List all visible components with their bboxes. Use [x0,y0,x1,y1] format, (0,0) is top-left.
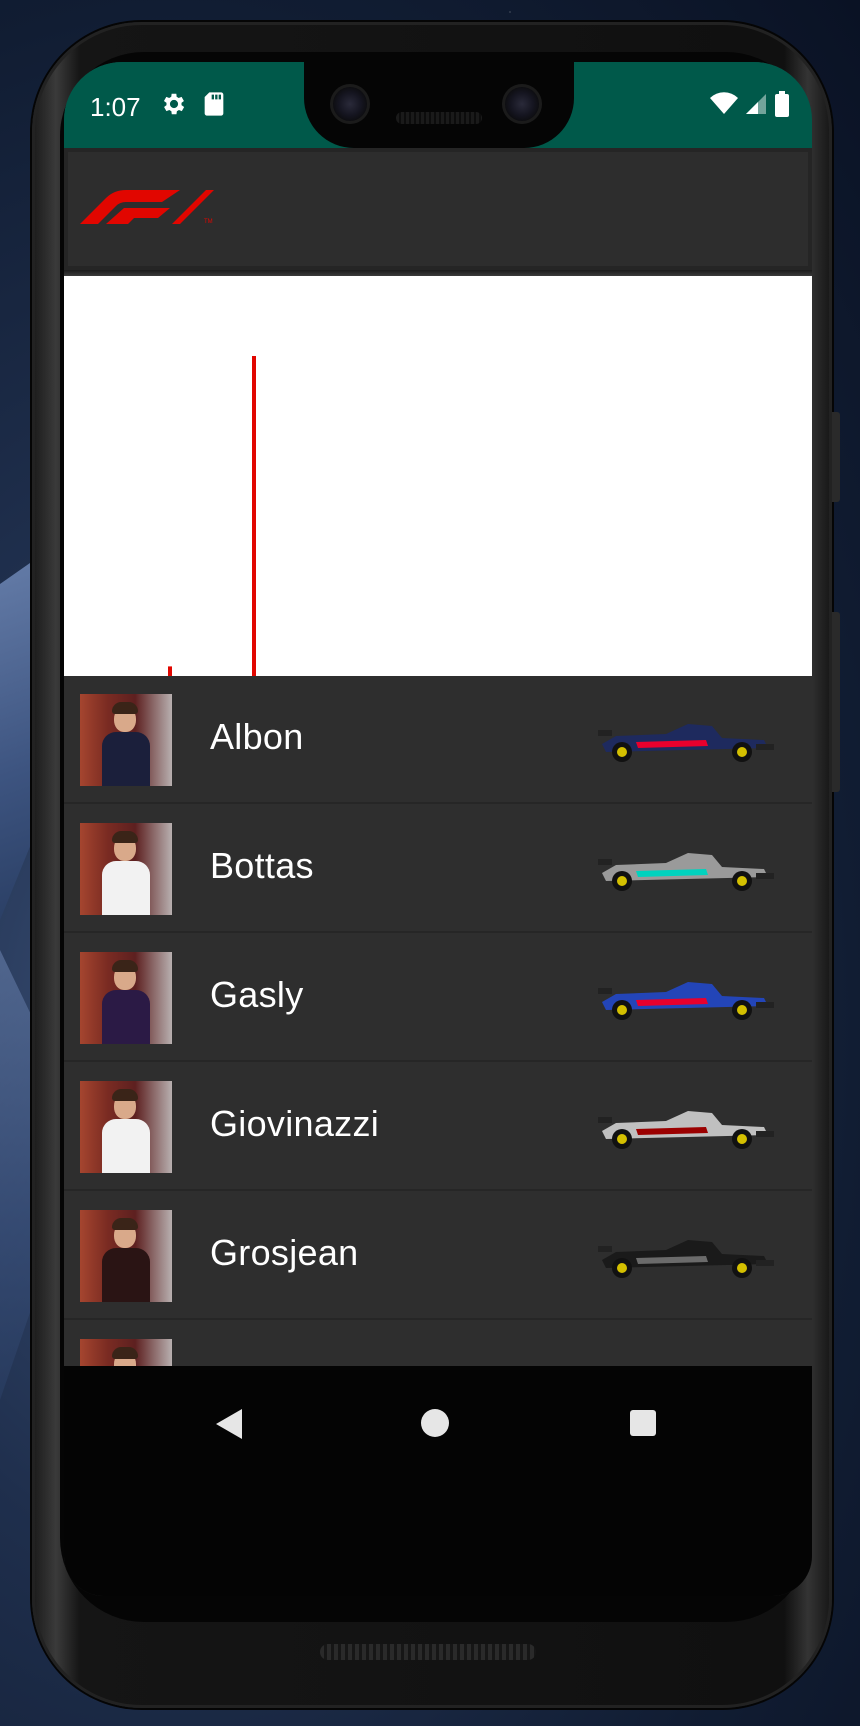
driver-row[interactable]: Grosjean [64,1192,812,1320]
status-time: 1:07 [90,92,141,122]
race-car-icon [598,1240,774,1278]
camera-notch [304,62,574,148]
app-bar: TM [64,148,812,270]
navigation-bar [64,1366,812,1596]
driver-avatar [80,694,172,786]
driver-row[interactable]: Gasly [64,934,812,1062]
back-icon[interactable] [214,1408,244,1440]
driver-avatar [80,1210,172,1302]
chart-panel [64,276,812,676]
driver-row[interactable]: Giovinazzi [64,1063,812,1191]
front-camera [330,84,370,124]
driver-avatar [80,1081,172,1173]
status-icons [710,90,790,118]
signal-icon [746,94,766,114]
wifi-icon [710,92,738,114]
device-screen: 1:07 TM Albon Bottas Gasly Giovinazzi Gr… [64,62,812,1596]
driver-row[interactable]: Hamilton [64,1321,812,1366]
driver-avatar [80,823,172,915]
driver-list[interactable]: Albon Bottas Gasly Giovinazzi Grosjean Hamilt… [64,676,812,1366]
driver-row[interactable]: Bottas [64,805,812,933]
volume-button [832,612,840,792]
settings-icon [163,93,185,115]
race-car-icon [596,1359,776,1366]
power-button [832,412,840,502]
f1-logo-icon: TM [80,190,214,224]
driver-row[interactable]: Albon [64,676,812,804]
home-icon[interactable] [421,1409,449,1437]
driver-avatar [80,1339,172,1366]
battery-icon [775,91,789,117]
chart-bar [252,356,256,676]
race-car-icon [598,982,774,1020]
driver-name: Grosjean [210,1232,359,1273]
recents-icon[interactable] [630,1410,656,1436]
driver-name: Giovinazzi [210,1103,380,1144]
status-bar: 1:07 [64,62,812,148]
bar-chart [168,356,256,676]
race-car-icon [598,1111,774,1149]
race-car-icon [598,724,774,762]
svg-text:TM: TM [204,219,213,224]
chart-bar [168,666,172,676]
driver-name: Gasly [210,974,304,1015]
driver-avatar [80,952,172,1044]
driver-name: Albon [210,716,304,757]
earpiece [396,112,482,124]
sd-card-icon [204,92,224,116]
bottom-speaker [320,1644,536,1660]
driver-name: Bottas [210,845,314,886]
front-camera [502,84,542,124]
race-car-icon [598,853,774,891]
